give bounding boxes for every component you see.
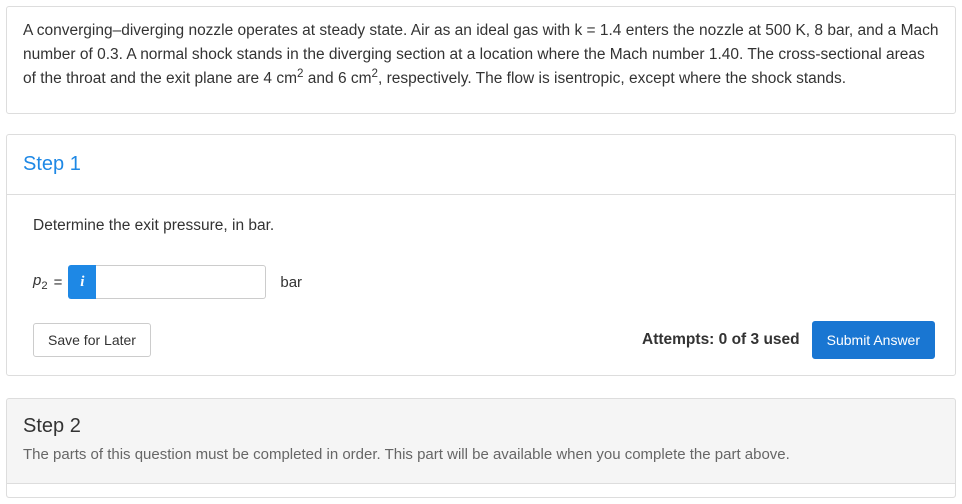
equals-sign: = — [54, 274, 63, 291]
variable-label: p2 — [33, 272, 48, 292]
answer-input-row: p2 = i bar — [33, 265, 935, 299]
step2-message: The parts of this question must be compl… — [23, 446, 939, 473]
step2-title: Step 2 — [23, 415, 939, 438]
answer-input[interactable] — [96, 265, 266, 299]
step2-panel: Step 2 The parts of this question must b… — [6, 398, 956, 498]
submit-answer-button[interactable]: Submit Answer — [812, 321, 935, 359]
step1-instruction: Determine the exit pressure, in bar. — [33, 217, 935, 235]
step1-panel: Step 1 Determine the exit pressure, in b… — [6, 134, 956, 376]
problem-statement-panel: A converging–diverging nozzle operates a… — [6, 6, 956, 114]
submit-group: Attempts: 0 of 3 used Submit Answer — [642, 321, 935, 359]
attempts-text: Attempts: 0 of 3 used — [642, 331, 800, 349]
step2-footer — [7, 483, 955, 497]
unit-label: bar — [280, 274, 302, 291]
save-for-later-button[interactable]: Save for Later — [33, 323, 151, 357]
action-row: Save for Later Attempts: 0 of 3 used Sub… — [33, 321, 935, 359]
info-icon[interactable]: i — [68, 265, 96, 299]
step1-title: Step 1 — [7, 135, 955, 195]
step1-body: Determine the exit pressure, in bar. p2 … — [7, 195, 955, 375]
problem-text: A converging–diverging nozzle operates a… — [7, 7, 955, 113]
